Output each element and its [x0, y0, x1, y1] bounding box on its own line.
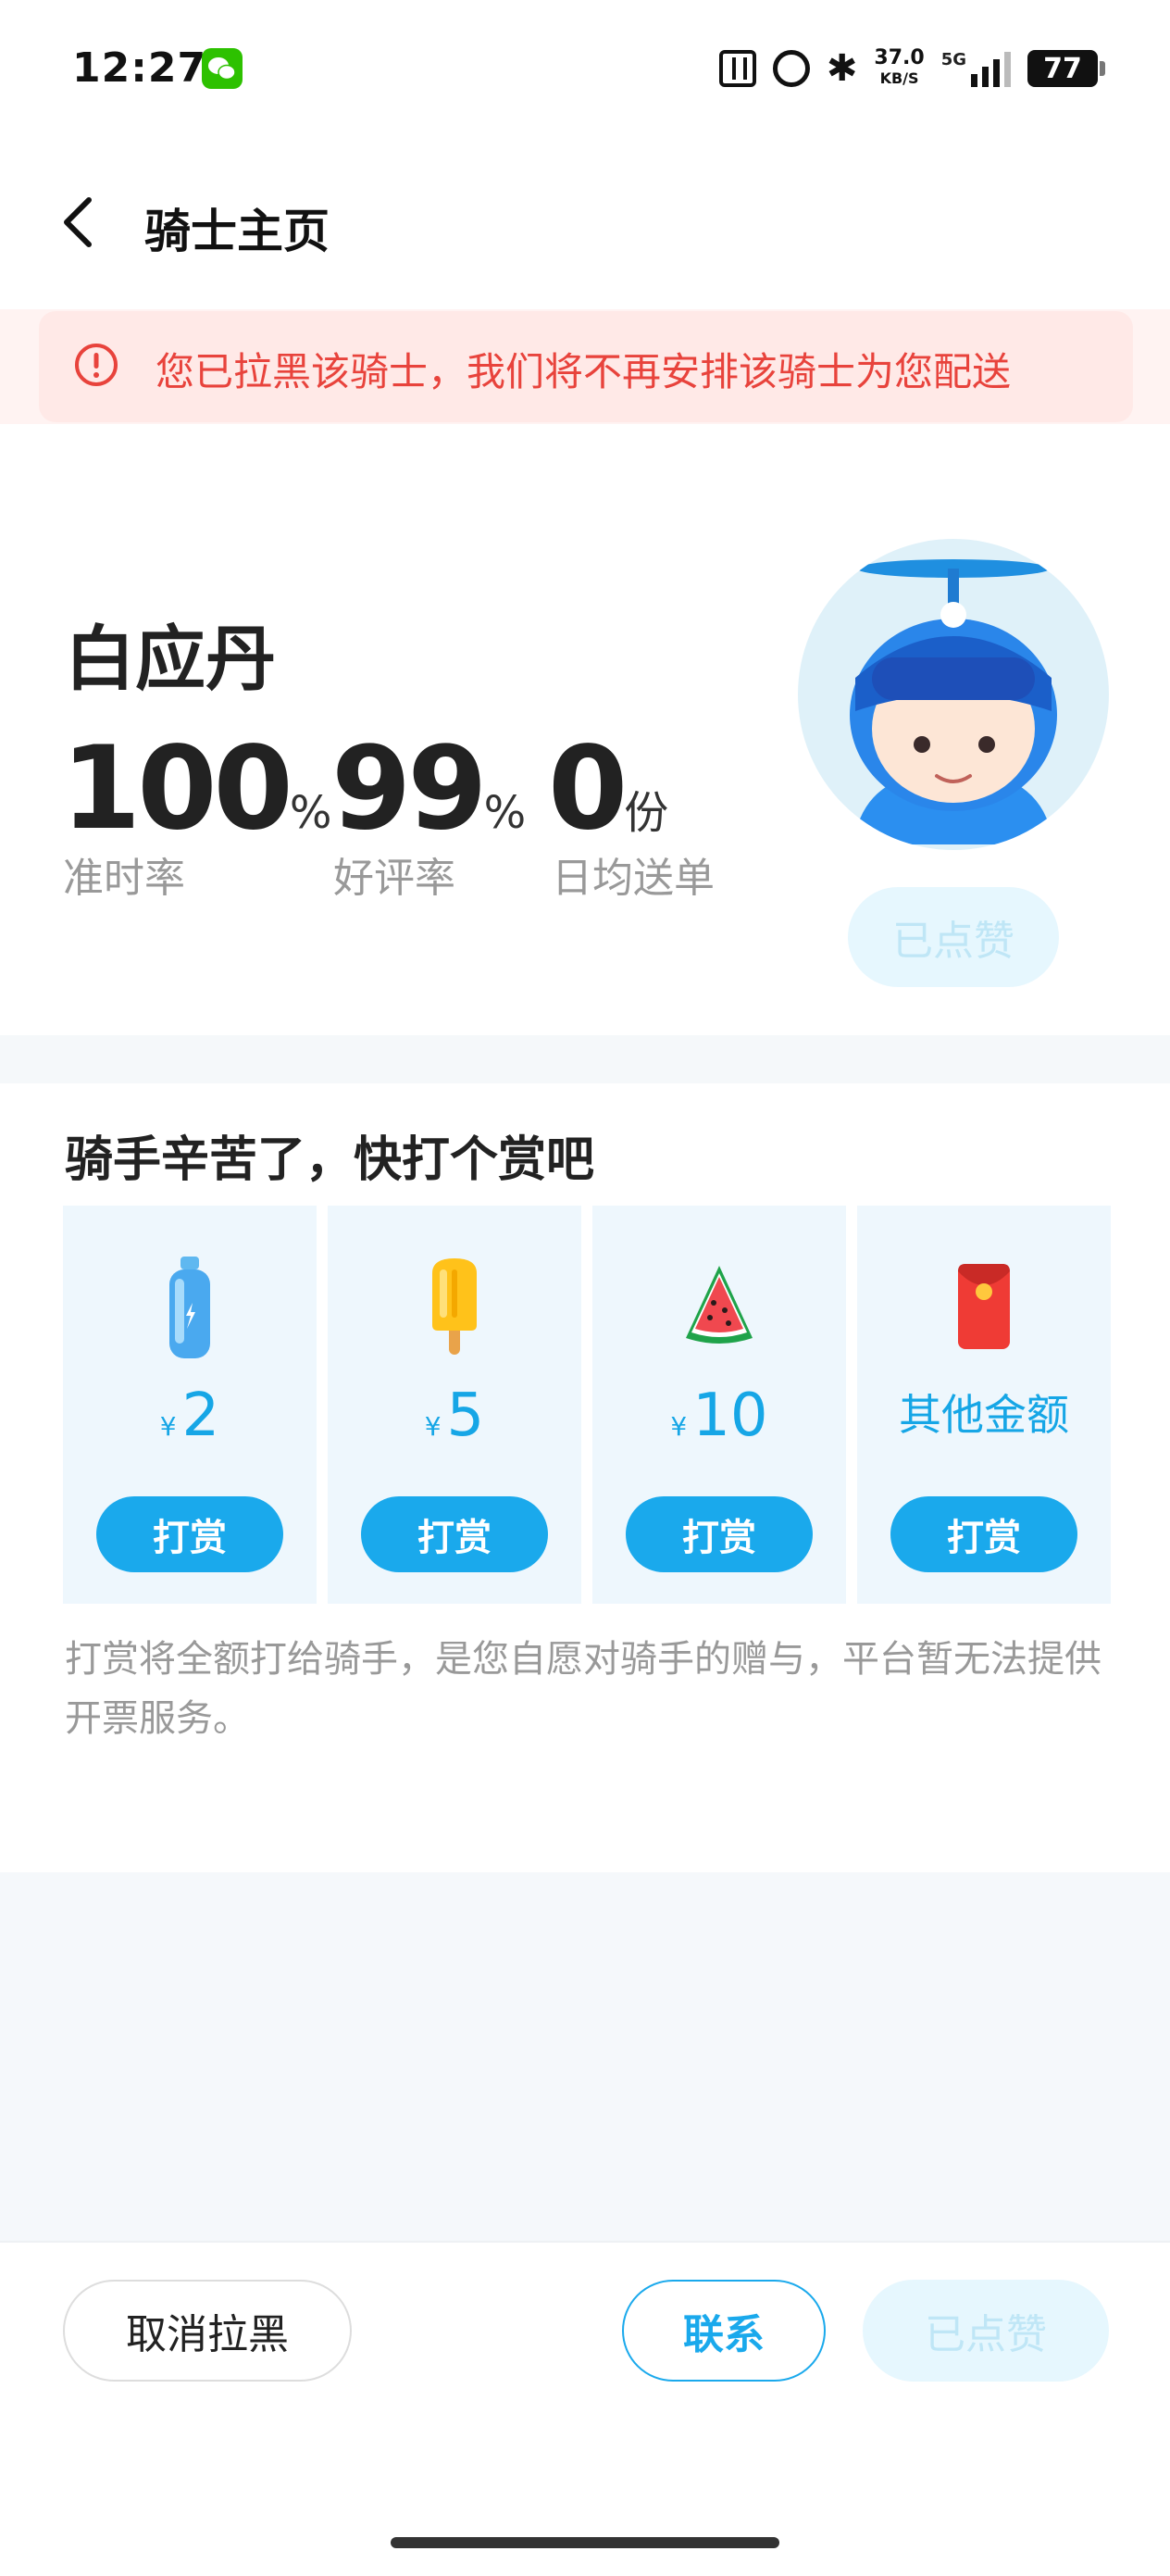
stat-unit: 份: [624, 787, 669, 839]
tip-button[interactable]: 打赏: [890, 1496, 1077, 1572]
stat-on-time: 100%: [61, 732, 331, 846]
tip-button[interactable]: 打赏: [361, 1496, 548, 1572]
popsicle-icon: [427, 1257, 482, 1362]
tip-option-other[interactable]: 其他金额 打赏: [857, 1206, 1111, 1604]
tip-section-title: 骑手辛苦了，快打个赏吧: [65, 1132, 595, 1188]
nfc-icon: [718, 50, 756, 87]
back-icon[interactable]: [59, 196, 96, 248]
tip-amount-value: 5: [446, 1382, 485, 1450]
tip-disclaimer: 打赏将全额打给骑手，是您自愿对骑手的赠与，平台暂无法提供开票服务。: [65, 1638, 1102, 1740]
liked-button[interactable]: 已点赞: [863, 2280, 1109, 2382]
tip-option-10[interactable]: ¥10 打赏: [592, 1206, 846, 1604]
stat-value: 0: [548, 722, 628, 856]
status-time: 12:27: [72, 44, 207, 92]
contact-button[interactable]: 联系: [622, 2280, 826, 2382]
tip-amount: ¥5: [328, 1382, 581, 1450]
rider-avatar: [798, 539, 1109, 850]
tip-amount-value: 2: [181, 1382, 220, 1450]
alarm-icon: [772, 50, 810, 87]
stat-value: 100: [61, 722, 293, 856]
warning-icon: [74, 343, 118, 387]
speed-unit: KB/S: [879, 69, 919, 87]
status-icons: ✱ 37.0 KB/S 5G 77: [718, 43, 1105, 94]
bluetooth-icon: ✱: [826, 47, 858, 90]
stat-label: 准时率: [63, 855, 185, 902]
tip-option-5[interactable]: ¥5 打赏: [328, 1206, 581, 1604]
blocked-message: 您已拉黑该骑士，我们将不再安排该骑士为您配送: [156, 349, 1012, 394]
tip-amount: ¥10: [592, 1382, 846, 1450]
signal-icon: 5G: [941, 50, 1011, 87]
currency-symbol: ¥: [159, 1411, 177, 1442]
unblock-button[interactable]: 取消拉黑: [63, 2280, 352, 2382]
currency-symbol: ¥: [670, 1411, 688, 1442]
liked-badge[interactable]: 已点赞: [848, 887, 1059, 987]
section-divider: [0, 1035, 1170, 1083]
network-type: 5G: [940, 50, 966, 69]
stat-label: 日均送单: [552, 855, 715, 902]
watermelon-icon: [682, 1257, 756, 1362]
stat-unit: %: [289, 787, 332, 839]
tip-amount: ¥2: [63, 1382, 317, 1450]
tip-other-amount-label: 其他金额: [899, 1390, 1069, 1440]
home-indicator[interactable]: [391, 2537, 779, 2548]
wechat-icon: [202, 48, 243, 89]
page-title: 骑士主页: [144, 205, 330, 258]
network-speed: 37.0 KB/S: [874, 48, 924, 89]
stat-good-rating: 99%: [331, 732, 526, 846]
tip-button[interactable]: 打赏: [626, 1496, 813, 1572]
rider-name: 白应丹: [65, 618, 276, 700]
stat-daily-orders: 0份: [548, 732, 668, 846]
currency-symbol: ¥: [424, 1411, 442, 1442]
stat-label: 好评率: [333, 855, 455, 902]
tip-amount-value: 10: [692, 1382, 768, 1450]
tip-option-2[interactable]: ¥2 打赏: [63, 1206, 317, 1604]
speed-value: 37.0: [874, 46, 925, 69]
tip-amount: 其他金额: [857, 1382, 1111, 1443]
empty-area: [0, 1872, 1170, 2241]
stat-unit: %: [483, 787, 527, 839]
battery-icon: 77: [1027, 50, 1105, 87]
red-envelope-icon: [954, 1257, 1014, 1362]
water-bottle-icon: [162, 1257, 218, 1362]
stat-value: 99: [331, 722, 488, 856]
tip-button[interactable]: 打赏: [96, 1496, 283, 1572]
